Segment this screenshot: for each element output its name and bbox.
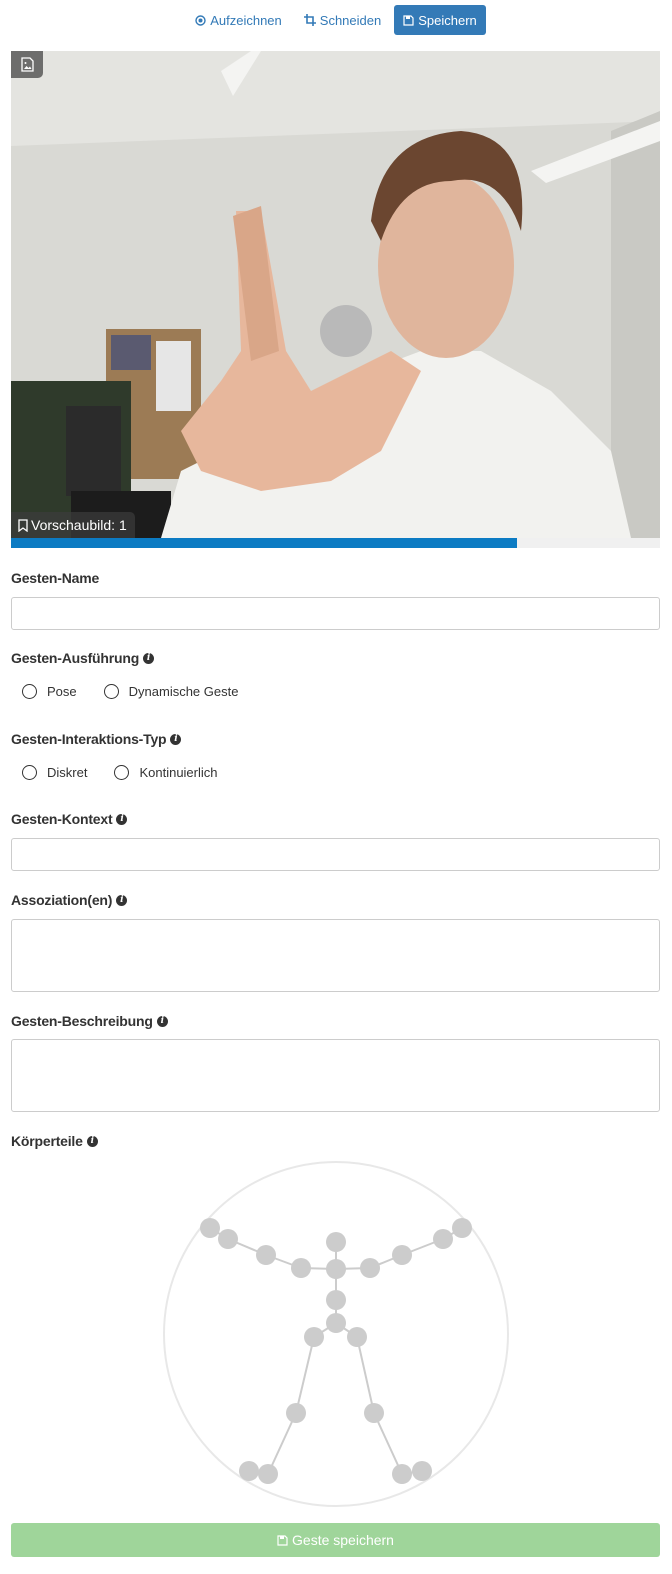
joint-handR[interactable] [452,1218,472,1238]
joint-shR[interactable] [360,1258,380,1278]
info-icon[interactable]: i [116,813,128,825]
joint-footL[interactable] [239,1461,259,1481]
joint-handL[interactable] [200,1218,220,1238]
trim-button[interactable]: Schneiden [295,5,390,35]
joint-wrR[interactable] [433,1229,453,1249]
record-icon [195,14,206,26]
radio-discrete[interactable]: Diskret [22,765,87,780]
thumbnail-badge: Vorschaubild: 1 [11,512,135,538]
joint-ankleL[interactable] [258,1464,278,1484]
joint-hipL[interactable] [304,1327,324,1347]
gesture-description-label: Gesten-Beschreibung i [11,1013,168,1029]
body-parts-map [163,1161,509,1507]
floppy-disk-icon [403,14,414,26]
info-icon[interactable]: i [86,1135,98,1147]
crop-icon [303,14,316,26]
trim-button-label: Schneiden [319,12,382,28]
joint-shL[interactable] [291,1258,311,1278]
gesture-interaction-options: Diskret Kontinuierlich [22,765,245,780]
radio-button[interactable] [114,765,130,780]
gesture-description-textarea[interactable] [11,1039,660,1112]
joint-kneeR[interactable] [364,1403,384,1423]
joint-chest[interactable] [326,1290,346,1310]
body-map-outline [163,1161,509,1507]
bone-hipR-kneeR [356,1336,375,1414]
joint-footR[interactable] [412,1461,432,1481]
bone-hipL-kneeL [295,1336,315,1414]
body-parts-label: Körperteile i [11,1133,98,1149]
joint-head[interactable] [326,1232,346,1252]
video-progress-bar[interactable] [11,538,660,548]
joint-neck[interactable] [326,1259,346,1279]
save-gesture-button[interactable]: Geste speichern [11,1523,660,1557]
info-icon[interactable]: i [170,733,182,745]
bone-kneeR-ankleR [373,1412,403,1475]
gesture-context-label: Gesten-Kontext i [11,811,128,827]
gesture-context-input[interactable] [11,838,660,871]
video-preview[interactable]: Vorschaubild: 1 [11,51,660,538]
video-progress-fill [11,538,518,548]
radio-dynamic-gesture[interactable]: Dynamische Geste [103,684,238,699]
bone-kneeL-ankleL [267,1412,297,1475]
save-video-button-label: Speichern [418,12,477,28]
radio-continuous[interactable]: Kontinuierlich [114,765,218,780]
record-button[interactable]: Aufzeichnen [186,5,291,35]
image-icon[interactable] [11,51,43,78]
joint-pelvis[interactable] [326,1313,346,1333]
record-button-label: Aufzeichnen [210,12,282,28]
info-icon[interactable]: i [116,894,128,906]
gesture-interaction-type-label: Gesten-Interaktions-Typ i [11,731,182,747]
association-label: Assoziation(en) i [11,892,128,908]
gesture-execution-label: Gesten-Ausführung i [11,650,155,666]
bookmark-icon [18,518,28,532]
info-icon[interactable]: i [143,652,155,664]
thumbnail-label: Vorschaubild: 1 [31,517,127,533]
radio-pose[interactable]: Pose [22,684,77,699]
joint-elbR[interactable] [392,1245,412,1265]
joint-wrL[interactable] [218,1229,238,1249]
joint-hipR[interactable] [347,1327,367,1347]
info-icon[interactable]: i [156,1015,168,1027]
joint-kneeL[interactable] [286,1403,306,1423]
radio-button[interactable] [103,684,119,699]
joint-ankleR[interactable] [392,1464,412,1484]
video-frame-image [11,51,660,538]
radio-button[interactable] [22,765,37,780]
video-toolbar: Aufzeichnen Schneiden Speichern [0,4,672,36]
save-video-button[interactable]: Speichern [394,5,486,35]
save-gesture-button-label: Geste speichern [292,1532,394,1548]
gesture-name-input[interactable] [11,597,660,630]
gesture-execution-options: Pose Dynamische Geste [22,684,265,699]
association-textarea[interactable] [11,919,660,992]
joint-elbL[interactable] [256,1245,276,1265]
radio-button[interactable] [22,684,37,699]
gesture-name-label: Gesten-Name [11,570,100,586]
floppy-disk-icon [277,1534,288,1546]
